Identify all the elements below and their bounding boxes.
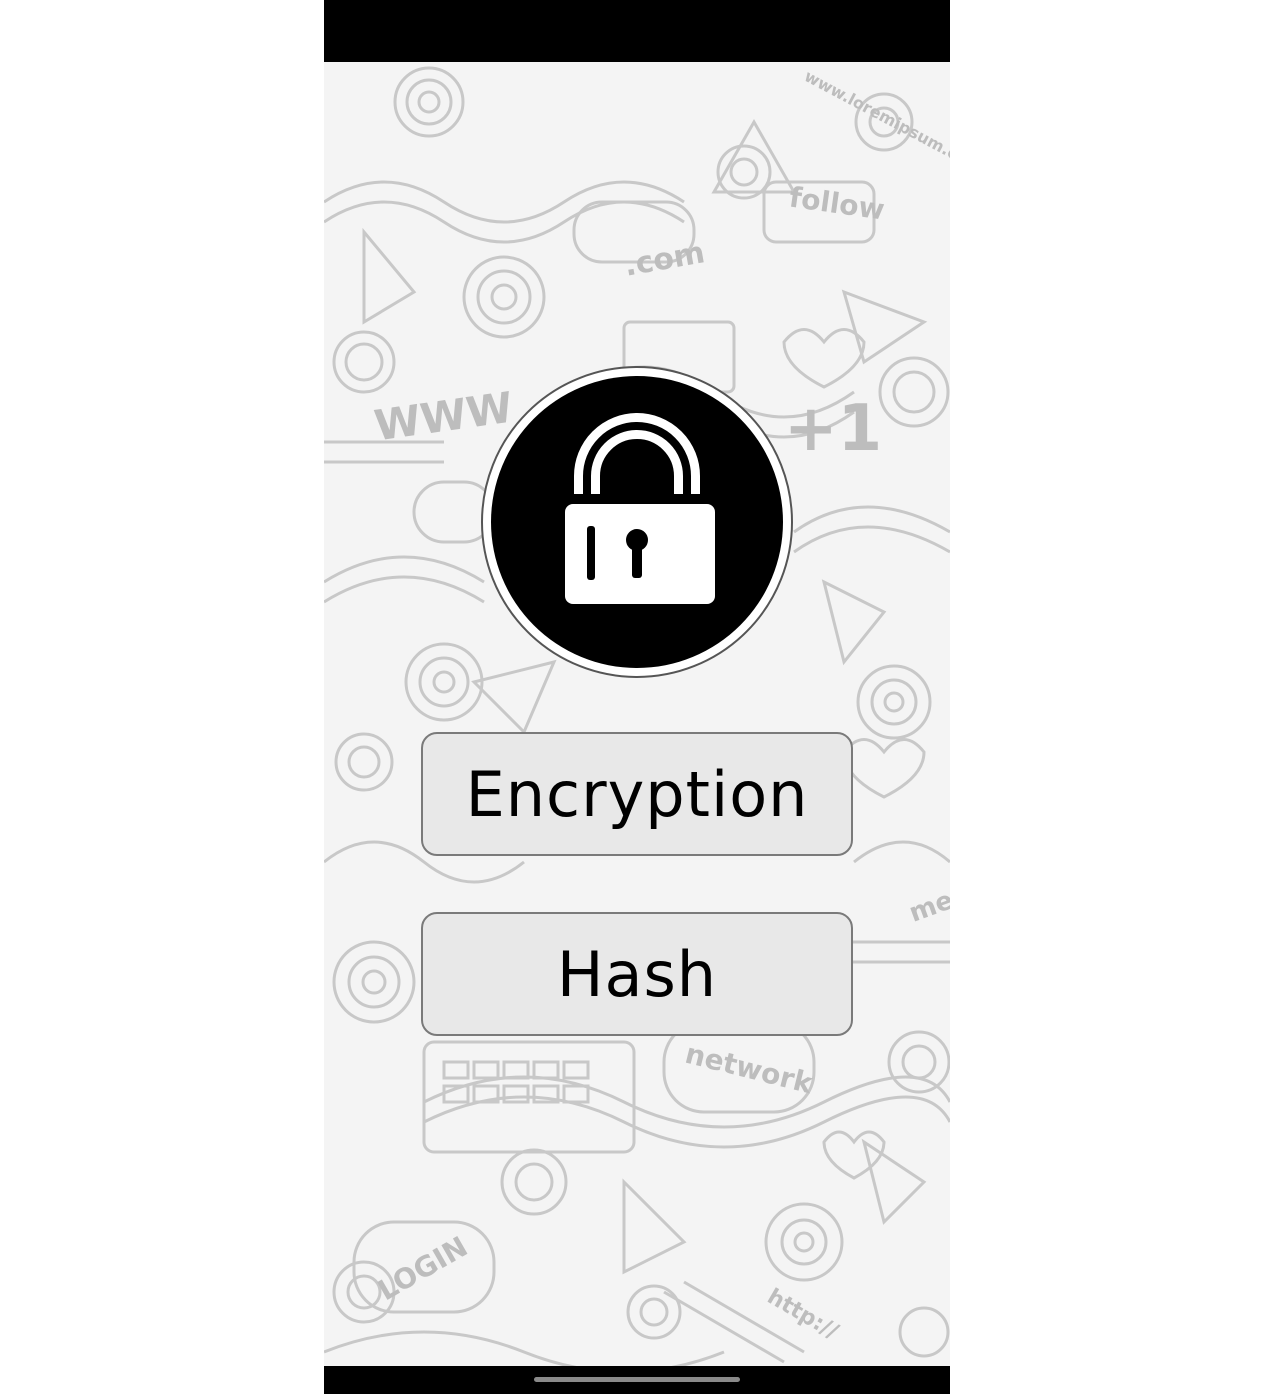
app-logo	[481, 366, 793, 678]
navigation-bar	[324, 1366, 950, 1394]
logo-badge	[491, 376, 783, 668]
doodle-background: follow .com WWW +1 network LOGIN www.lor…	[324, 62, 950, 1374]
padlock-open-icon	[565, 413, 715, 604]
status-bar	[324, 0, 950, 62]
hash-button[interactable]: Hash	[421, 912, 853, 1036]
encryption-button[interactable]: Encryption	[421, 732, 853, 856]
doodle-word: +1	[784, 392, 883, 466]
home-indicator[interactable]	[534, 1377, 740, 1382]
phone-screen: follow .com WWW +1 network LOGIN www.lor…	[324, 0, 950, 1394]
